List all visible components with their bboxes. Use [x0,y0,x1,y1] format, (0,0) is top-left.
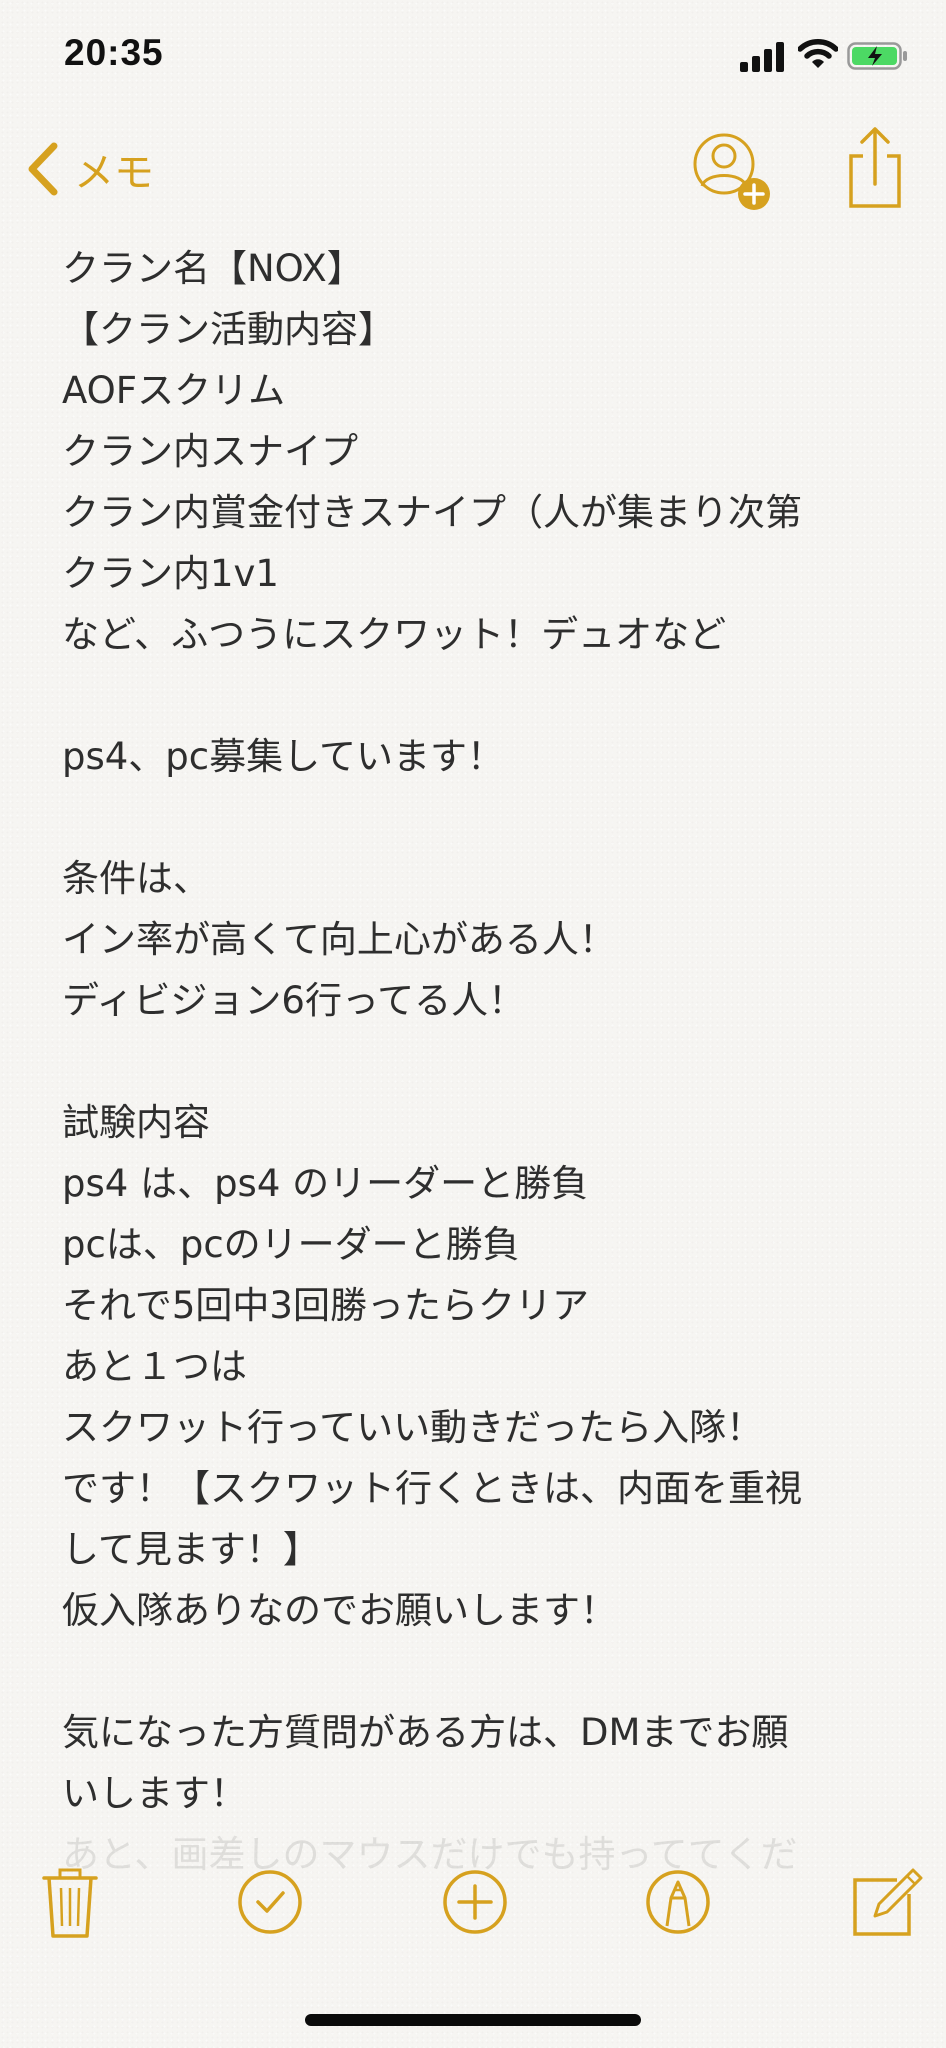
note-line: 条件は、 [62,857,210,900]
home-indicator[interactable] [305,2014,641,2026]
note-line: です！【スクワット行くときは、内面を重視 [62,1467,802,1510]
checklist-icon[interactable] [230,1862,310,1942]
note-line: して見ます！】 [62,1528,320,1571]
note-line: 仮入隊ありなのでお願いします！ [62,1589,617,1632]
battery-charging-icon [847,42,907,70]
note-line: イン率が高くて向上心がある人！ [62,918,616,961]
note-line [62,787,892,848]
note-line: pcは、pcのリーダーと勝負 [62,1223,520,1266]
wifi-icon [798,39,838,68]
back-button[interactable]: メモ [26,134,154,204]
trash-icon[interactable] [30,1862,110,1942]
note-line: クラン内賞金付きスナイプ（人が集まり次第 [62,491,802,534]
note-line: それで5回中3回勝ったらクリア [62,1284,589,1327]
markup-pen-icon[interactable] [638,1862,718,1942]
note-line: ps4、pc募集しています！ [62,735,505,778]
note-line: など、ふつうにスクワット！デュオなど [62,613,727,656]
back-label: メモ [74,150,154,196]
note-line: クラン名【NOX】 [62,247,364,290]
plus-circle-icon[interactable] [435,1862,515,1942]
note-line: ディビジョン6行ってる人！ [62,979,526,1022]
share-icon[interactable] [845,124,905,214]
status-time: 20:35 [64,32,164,73]
chevron-left-icon [28,142,58,196]
cellular-signal-icon [740,42,784,72]
navigation-bar: メモ [0,110,946,230]
note-line: クラン内スナイプ [62,430,358,473]
bottom-toolbar [0,1862,946,1952]
compose-icon[interactable] [845,1862,925,1942]
note-line: いします！ [62,1772,247,1815]
note-line [62,1031,892,1092]
note-line [62,665,892,726]
note-line: 試験内容 [62,1101,210,1144]
note-line: ps4 は、ps4 のリーダーと勝負 [62,1162,589,1205]
note-line: あと１つは [62,1345,247,1388]
note-line: 【クラン活動内容】 [62,308,395,351]
note-line: クラン内1v1 [62,552,279,595]
note-body[interactable]: クラン名【NOX】 【クラン活動内容】 AOFスクリム クラン内スナイプ クラン… [62,238,892,1878]
note-line [62,1641,892,1702]
note-line: スクワット行っていい動きだったら入隊！ [62,1406,764,1449]
note-line: AOFスクリム [62,369,286,412]
add-person-icon[interactable] [690,128,780,218]
note-line: 気になった方質問がある方は、DMまでお願 [62,1711,789,1754]
status-bar: 20:35 [0,0,946,110]
